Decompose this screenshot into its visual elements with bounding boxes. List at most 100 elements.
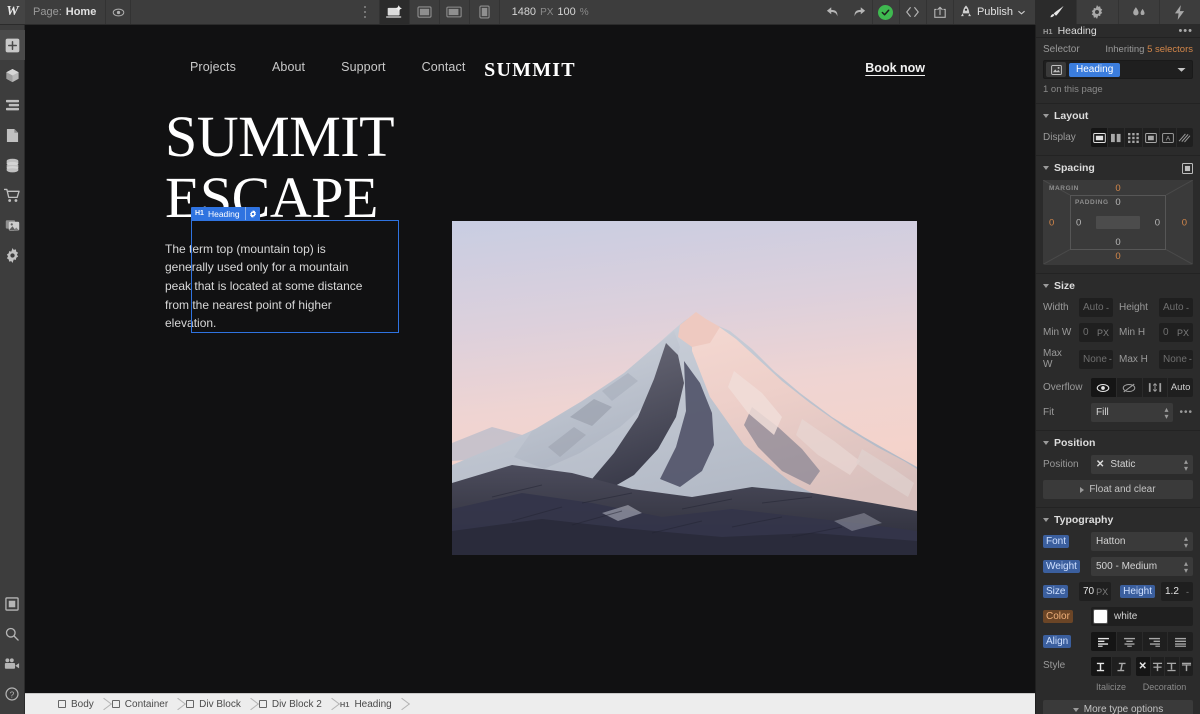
nav-link-about[interactable]: About [272,60,305,74]
code-view-button[interactable] [900,0,926,24]
italicize-button[interactable] [1112,657,1132,676]
breadcrumb-item-div-block-2[interactable]: Div Block 2 [251,694,332,714]
effects-panel-tab[interactable] [1158,0,1200,24]
tablet-breakpoint[interactable] [408,0,439,24]
overflow-hidden[interactable] [1117,378,1143,397]
gear-icon[interactable] [244,207,260,220]
nav-link-contact[interactable]: Contact [422,60,466,74]
chevron-down-icon[interactable] [1177,67,1186,73]
display-flex[interactable] [1108,128,1126,147]
overflow-auto[interactable]: Auto [1168,378,1193,397]
decoration-underline[interactable] [1165,657,1180,676]
preview-toggle[interactable] [105,0,132,24]
margin-top-value[interactable]: 0 [1115,183,1120,194]
hero-paragraph[interactable]: The term top (mountain top) is generally… [165,240,370,333]
video-tutorials-button[interactable] [0,649,25,679]
min-height-input[interactable]: 0 PX [1159,323,1193,342]
canvas-area[interactable]: Projects About Support Contact SUMMIT Bo… [25,25,1035,714]
align-center[interactable] [1117,632,1143,651]
selector-state-icon[interactable] [1046,62,1066,77]
color-swatch[interactable] [1093,609,1108,624]
padding-right-value[interactable]: 0 [1155,217,1160,228]
navigator-button[interactable] [0,90,25,120]
settings-panel-tab[interactable] [1076,0,1117,24]
upright-button[interactable] [1091,657,1112,676]
decoration-none[interactable]: ✕ [1136,657,1151,676]
mobile-portrait-breakpoint[interactable] [468,0,499,24]
decoration-strikethrough[interactable] [1151,657,1165,676]
typography-section-title[interactable]: Typography [1043,514,1193,526]
max-width-input[interactable]: None - [1079,349,1113,369]
fit-select[interactable]: Fill ▴ ▾ [1091,403,1174,422]
assets-button[interactable] [0,210,25,240]
line-height-input[interactable]: 1.2 - [1161,582,1193,601]
display-grid[interactable] [1125,128,1143,147]
selector-class-chip[interactable]: Heading [1069,62,1121,77]
cms-button[interactable] [0,150,25,180]
width-input[interactable]: Auto - [1079,298,1113,317]
canvas-size-zoom[interactable]: 1480 PX 100 % [498,0,601,24]
overflow-scroll[interactable] [1143,378,1169,397]
redo-button[interactable] [846,0,872,24]
saved-status[interactable] [873,0,899,24]
components-button[interactable] [0,60,25,90]
breadcrumb-item-container[interactable]: Container [104,694,178,714]
color-field[interactable]: white [1091,607,1193,626]
align-justify[interactable] [1168,632,1193,651]
page-indicator[interactable]: Page: Home [25,0,105,24]
align-left[interactable] [1091,632,1117,651]
spacing-section-title[interactable]: Spacing [1043,162,1193,174]
site-logo[interactable]: SUMMIT [484,59,576,82]
style-panel-tab[interactable] [1036,0,1077,24]
inheriting-count[interactable]: 5 selectors [1147,44,1193,55]
desktop-breakpoint[interactable] [378,0,409,24]
settings-button[interactable] [0,240,25,270]
size-section-title[interactable]: Size [1043,280,1193,292]
margin-right-value[interactable]: 0 [1182,217,1187,228]
overflow-visible[interactable] [1091,378,1117,397]
more-type-options-button[interactable]: More type options [1043,700,1193,714]
spacing-widget[interactable]: MARGIN 0 0 0 0 PADDING 0 0 0 0 [1043,180,1193,265]
add-elements-button[interactable] [0,30,25,60]
pages-button[interactable] [0,120,25,150]
align-right[interactable] [1143,632,1169,651]
publish-button[interactable]: Publish [954,0,1035,24]
margin-bottom-value[interactable]: 0 [1115,251,1120,262]
padding-left-value[interactable]: 0 [1076,217,1081,228]
selector-field[interactable]: Heading [1043,60,1193,79]
display-inline-block[interactable] [1143,128,1160,147]
max-height-input[interactable]: None - [1159,349,1193,369]
spacing-settings-icon[interactable] [1182,162,1193,174]
min-width-input[interactable]: 0 PX [1079,323,1113,342]
mobile-landscape-breakpoint[interactable] [438,0,469,24]
x-icon[interactable]: ✕ [1096,459,1104,470]
breadcrumb-item-heading[interactable]: H1 Heading [332,694,402,714]
more-options-icon[interactable]: ••• [1178,25,1193,37]
padding-bottom-value[interactable]: 0 [1115,237,1120,248]
breadcrumb-item-body[interactable]: Body [50,694,104,714]
help-button[interactable]: ? [0,679,25,709]
display-inline[interactable]: A [1160,128,1177,147]
site-preview[interactable]: Projects About Support Contact SUMMIT Bo… [25,25,1035,693]
font-size-input[interactable]: 70 PX [1079,582,1111,601]
position-select[interactable]: ✕ Static ▴ ▾ [1091,455,1193,474]
display-block[interactable] [1091,128,1109,147]
hero-image[interactable] [452,221,917,555]
layout-section-title[interactable]: Layout [1043,110,1193,122]
fit-more-options-icon[interactable]: ••• [1179,407,1193,418]
nav-link-support[interactable]: Support [341,60,385,74]
decoration-overline[interactable] [1180,657,1194,676]
element-selection-badge[interactable]: H1 Heading [191,207,260,220]
font-select[interactable]: Hatton ▴ ▾ [1091,532,1193,551]
share-button[interactable] [927,0,953,24]
interactions-panel-tab[interactable] [1117,0,1159,24]
ecommerce-button[interactable] [0,180,25,210]
padding-box[interactable]: PADDING 0 0 0 0 [1070,195,1166,250]
undo-button[interactable] [820,0,846,24]
display-none[interactable] [1177,128,1193,147]
book-now-link[interactable]: Book now [865,61,925,75]
search-button[interactable] [0,619,25,649]
webflow-logo[interactable]: W [0,0,25,24]
audit-button[interactable] [0,589,25,619]
height-input[interactable]: Auto - [1159,298,1193,317]
